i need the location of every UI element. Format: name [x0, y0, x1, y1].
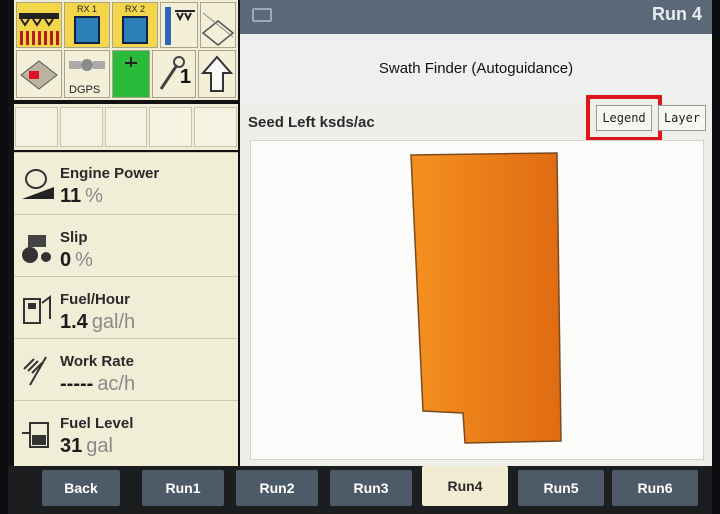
engine-icon: [22, 169, 54, 199]
slip-icon: [22, 235, 51, 263]
map-layer-label: Seed Left ksds/ac: [248, 114, 375, 131]
tab-run1[interactable]: Run1: [142, 470, 224, 506]
engine-power-metric[interactable]: Engine Power 11%: [14, 152, 238, 212]
metric-label: Fuel/Hour: [60, 291, 130, 308]
metric-label: Slip: [60, 229, 88, 246]
empty-slot[interactable]: [104, 107, 148, 147]
run-tab-bar: Back Run1 Run2 Run3 Run4 Run5 Run6: [8, 466, 712, 514]
metric-label: Work Rate: [60, 353, 134, 370]
metric-unit: ac/h: [97, 373, 136, 395]
tab-run4[interactable]: Run4: [422, 466, 508, 506]
tab-run6[interactable]: Run6: [612, 470, 698, 506]
metric-unit: %: [75, 249, 93, 271]
metric-unit: gal: [86, 435, 113, 457]
empty-slot[interactable]: [194, 107, 237, 147]
field-coverage-shape: [410, 152, 562, 444]
status-tiles: RX 1 RX 2 DGPS 1: [14, 0, 238, 100]
metric-label: Engine Power: [60, 165, 160, 182]
work-rate-icon: [23, 356, 47, 386]
rx1-tile[interactable]: RX 1: [64, 2, 110, 48]
tab-run3[interactable]: Run3: [330, 470, 412, 506]
metric-value: 0: [60, 249, 72, 271]
arrow-up-icon[interactable]: [198, 50, 236, 98]
coverage-icon[interactable]: [112, 50, 150, 98]
planter-icon[interactable]: [16, 2, 62, 48]
tank-icon[interactable]: [160, 2, 198, 48]
coverage-map[interactable]: [250, 140, 704, 460]
rx2-tile[interactable]: RX 2: [112, 2, 158, 48]
dgps-tile[interactable]: DGPS: [64, 50, 110, 98]
section-control-icon[interactable]: [16, 50, 62, 98]
empty-slot[interactable]: [149, 107, 193, 147]
layer-button[interactable]: Layer: [658, 105, 706, 131]
legend-highlight-box: [586, 95, 662, 141]
metric-value: 1.4: [60, 311, 88, 333]
tab-run5[interactable]: Run5: [518, 470, 604, 506]
metric-unit: %: [85, 185, 103, 207]
run-title: Run 4: [651, 4, 702, 24]
title-bar: Run 4: [240, 0, 712, 34]
dgps-label: DGPS: [69, 84, 101, 96]
map-panel: Seed Left ksds/ac Legend Layer: [240, 95, 712, 466]
rx-doc-icon: [122, 16, 148, 44]
battery-icon: [252, 8, 272, 22]
empty-shortcut-row: [14, 104, 238, 150]
boom-icon[interactable]: [200, 2, 236, 48]
page-header: Swath Finder (Autoguidance): [240, 34, 712, 100]
metric-value: -----: [60, 373, 94, 395]
rx-doc-icon: [74, 16, 100, 44]
page-title: Swath Finder (Autoguidance): [378, 60, 574, 77]
metric-value: 31: [60, 435, 83, 457]
metrics-panel: Engine Power 11% Slip 0% Fuel/Hour 1.4 ga…: [14, 152, 238, 466]
tab-run2[interactable]: Run2: [236, 470, 318, 506]
empty-slot[interactable]: [15, 107, 58, 147]
fuel-level-metric[interactable]: Fuel Level 31 gal: [14, 400, 238, 460]
metric-unit: gal/h: [91, 311, 136, 333]
metric-value: 11: [60, 185, 82, 207]
wrench-icon[interactable]: 1: [152, 50, 196, 98]
rx1-label: RX 1: [76, 4, 97, 14]
back-button[interactable]: Back: [42, 470, 120, 506]
slip-metric[interactable]: Slip 0%: [14, 214, 238, 274]
fuel-hour-metric[interactable]: Fuel/Hour 1.4 gal/h: [14, 276, 238, 336]
section-count: 1: [179, 66, 191, 88]
fuel-level-icon: [22, 422, 49, 448]
empty-slot[interactable]: [59, 107, 103, 147]
display-screen: RX 1 RX 2 DGPS 1 Engine Power 11 % Slip …: [8, 0, 712, 514]
fuel-rate-icon: [23, 295, 51, 324]
metric-label: Fuel Level: [60, 415, 134, 432]
work-rate-metric[interactable]: Work Rate ----- ac/h: [14, 338, 238, 398]
rx2-label: RX 2: [124, 4, 145, 14]
